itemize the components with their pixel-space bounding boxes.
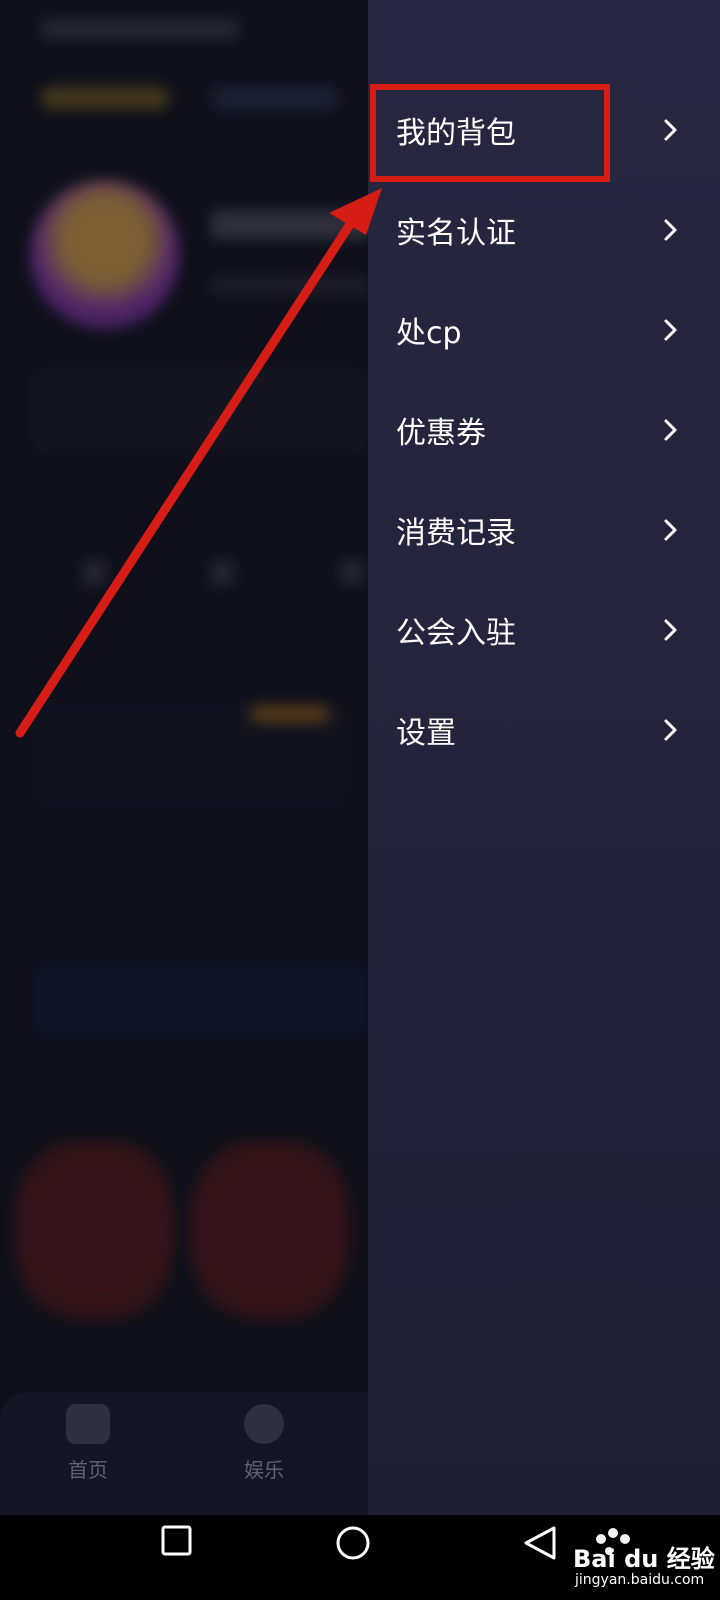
recent-square-icon[interactable] bbox=[160, 1524, 194, 1558]
home-circle-icon[interactable] bbox=[334, 1524, 372, 1562]
red-arrow-annotation bbox=[15, 188, 382, 738]
tab-home[interactable]: 首页 bbox=[28, 1404, 148, 1483]
progress-card bbox=[30, 960, 370, 1040]
home-icon bbox=[66, 1404, 110, 1444]
feature-tile bbox=[190, 1140, 350, 1320]
watermark-url: jingyan.baidu.com bbox=[575, 1572, 705, 1588]
tab-label: 首页 bbox=[68, 1458, 108, 1482]
tab-entertainment[interactable]: 娱乐 bbox=[204, 1404, 324, 1483]
back-triangle-icon[interactable] bbox=[520, 1524, 560, 1562]
entertainment-icon bbox=[244, 1404, 284, 1444]
watermark-logo-text: Bai du 经验 bbox=[573, 1545, 715, 1573]
feature-tile bbox=[15, 1140, 175, 1320]
tab-label: 娱乐 bbox=[244, 1458, 284, 1482]
